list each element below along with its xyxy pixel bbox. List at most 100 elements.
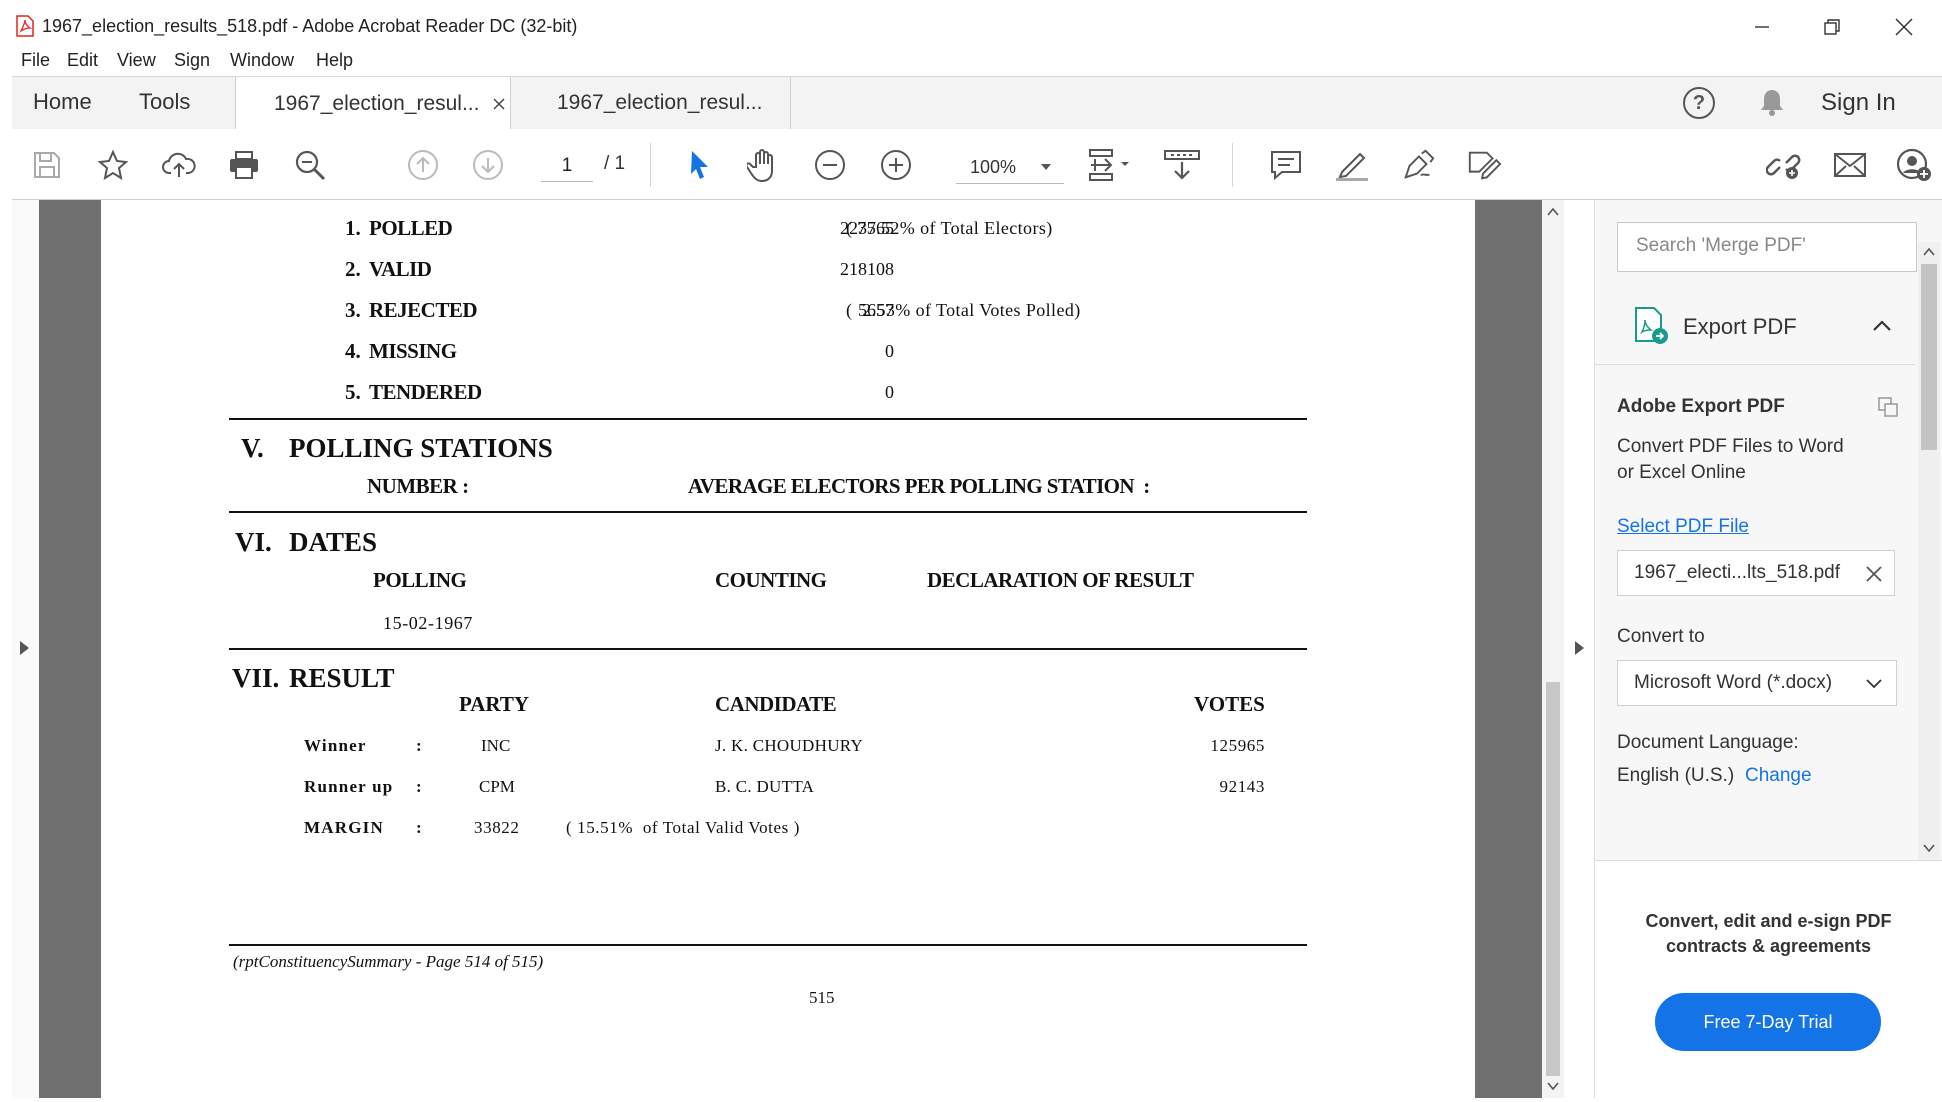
- close-icon[interactable]: [1866, 566, 1882, 582]
- change-language-link[interactable]: Change: [1745, 765, 1812, 787]
- scroll-down-icon[interactable]: [1547, 1082, 1559, 1090]
- toolbar-divider: [650, 143, 651, 187]
- selected-file-name: 1967_electi...lts_518.pdf: [1634, 562, 1840, 583]
- section-title: RESULT: [289, 663, 395, 693]
- menu-file[interactable]: File: [21, 50, 50, 71]
- result-colon: :: [416, 777, 422, 796]
- arrow-up-circle-icon: [408, 150, 438, 180]
- close-tab-icon[interactable]: [493, 97, 506, 110]
- email-button[interactable]: [1832, 147, 1868, 183]
- convert-format-dropdown[interactable]: Microsoft Word (*.docx): [1617, 660, 1897, 706]
- next-page-button[interactable]: [470, 147, 506, 183]
- turnout-value: 0: [885, 382, 894, 402]
- printer-icon: [230, 151, 258, 179]
- bookmark-button[interactable]: [95, 147, 131, 183]
- margin-value: 33822: [474, 818, 520, 837]
- chevron-up-icon[interactable]: [1873, 320, 1891, 332]
- scroll-mode-icon: [1164, 150, 1200, 180]
- search-tools-input[interactable]: Search 'Merge PDF': [1617, 222, 1917, 272]
- turnout-number: 3.: [345, 298, 361, 322]
- highlight-button[interactable]: [1334, 147, 1370, 183]
- find-button[interactable]: [292, 147, 328, 183]
- save-button[interactable]: [29, 147, 65, 183]
- zoom-dropdown[interactable]: 100%: [956, 151, 1064, 184]
- selected-file-field[interactable]: 1967_electi...lts_518.pdf: [1617, 550, 1895, 596]
- expand-left-panel-icon[interactable]: [18, 640, 30, 656]
- turnout-label: REJECTED: [369, 298, 478, 322]
- save-icon: [34, 152, 60, 178]
- menu-view[interactable]: View: [117, 50, 156, 71]
- margin-note: ( 15.51% of Total Valid Votes ): [566, 818, 800, 837]
- select-tool-button[interactable]: [682, 147, 718, 183]
- declaration-date-label: DECLARATION OF RESULT: [927, 568, 1194, 592]
- envelope-icon: [1834, 153, 1866, 177]
- counting-date-label: COUNTING: [715, 568, 827, 592]
- scroll-down-icon[interactable]: [1923, 844, 1935, 852]
- menu-sign[interactable]: Sign: [174, 50, 210, 71]
- export-pdf-header[interactable]: Export PDF: [1595, 292, 1915, 365]
- hand-tool-button[interactable]: [746, 147, 782, 183]
- pen-nib-icon: [1404, 149, 1435, 179]
- close-window-button[interactable]: [1884, 10, 1924, 44]
- page-layout-icon: [1089, 149, 1129, 181]
- result-votes: 92143: [1219, 777, 1265, 796]
- section-title: POLLING STATIONS: [289, 433, 553, 463]
- window-title: 1967_election_results_518.pdf - Adobe Ac…: [42, 16, 578, 36]
- party-header: PARTY: [459, 692, 530, 716]
- tab-document-active[interactable]: 1967_election_resul...: [235, 77, 511, 130]
- scroll-mode-button[interactable]: [1160, 147, 1204, 183]
- result-label: Winner: [304, 736, 367, 755]
- turnout-label: MISSING: [369, 339, 457, 363]
- export-pdf-icon: [1635, 307, 1668, 344]
- select-pdf-file-link[interactable]: Select PDF File: [1617, 516, 1749, 538]
- tab-document-2[interactable]: 1967_election_resul...: [510, 77, 791, 129]
- tab-tools[interactable]: Tools: [139, 89, 190, 115]
- collapse-right-pane-icon[interactable]: [1573, 640, 1585, 656]
- zoom-in-button[interactable]: [878, 147, 914, 183]
- upload-cloud-button[interactable]: [161, 147, 197, 183]
- help-icon[interactable]: ?: [1683, 87, 1715, 119]
- export-description-line-2: or Excel Online: [1617, 462, 1746, 483]
- result-candidate: B. C. DUTTA: [715, 777, 815, 796]
- convert-format-value: Microsoft Word (*.docx): [1634, 672, 1833, 693]
- document-scrollbar[interactable]: [1542, 200, 1564, 1098]
- toolbar-divider: [1232, 143, 1233, 187]
- page-total: / 1: [604, 153, 626, 174]
- menu-help[interactable]: Help: [316, 50, 353, 71]
- pane-scrollbar-thumb[interactable]: [1921, 264, 1937, 450]
- convert-to-label: Convert to: [1617, 626, 1705, 647]
- scrollbar-thumb[interactable]: [1546, 682, 1560, 1076]
- page-number-input[interactable]: 1: [541, 151, 593, 182]
- previous-page-button[interactable]: [405, 147, 441, 183]
- free-trial-button[interactable]: Free 7-Day Trial: [1655, 993, 1881, 1051]
- section-title: DATES: [289, 527, 378, 557]
- scroll-up-icon[interactable]: [1547, 208, 1559, 216]
- adobe-export-heading: Adobe Export PDF: [1617, 396, 1785, 417]
- tab-home[interactable]: Home: [33, 89, 92, 115]
- scroll-up-icon[interactable]: [1923, 248, 1935, 256]
- zoom-out-button[interactable]: [812, 147, 848, 183]
- share-link-button[interactable]: [1766, 147, 1802, 183]
- sign-in-button[interactable]: Sign In: [1821, 89, 1896, 117]
- menu-window[interactable]: Window: [230, 50, 294, 71]
- copy-icon[interactable]: [1877, 396, 1899, 418]
- pane-scrollbar[interactable]: [1918, 242, 1940, 860]
- comment-button[interactable]: [1268, 147, 1304, 183]
- draw-button[interactable]: [1400, 147, 1436, 183]
- export-description-line-1: Convert PDF Files to Word: [1617, 436, 1844, 457]
- add-user-button[interactable]: [1896, 147, 1932, 183]
- link-icon: [1766, 154, 1801, 179]
- page-display-button[interactable]: [1085, 147, 1135, 183]
- result-party: INC: [481, 736, 511, 755]
- promo-line-1: Convert, edit and e-sign PDF: [1645, 911, 1892, 931]
- minimize-button[interactable]: [1742, 10, 1782, 44]
- restore-button[interactable]: [1812, 10, 1852, 44]
- print-button[interactable]: [226, 147, 262, 183]
- section-number: VII.: [232, 663, 280, 693]
- menu-edit[interactable]: Edit: [67, 50, 98, 71]
- turnout-number: 5.: [345, 380, 361, 404]
- right-pane-toggle-strip: [1564, 200, 1595, 1098]
- fill-sign-button[interactable]: [1466, 147, 1502, 183]
- notification-bell-icon[interactable]: [1758, 87, 1786, 117]
- turnout-number: 1.: [345, 216, 361, 240]
